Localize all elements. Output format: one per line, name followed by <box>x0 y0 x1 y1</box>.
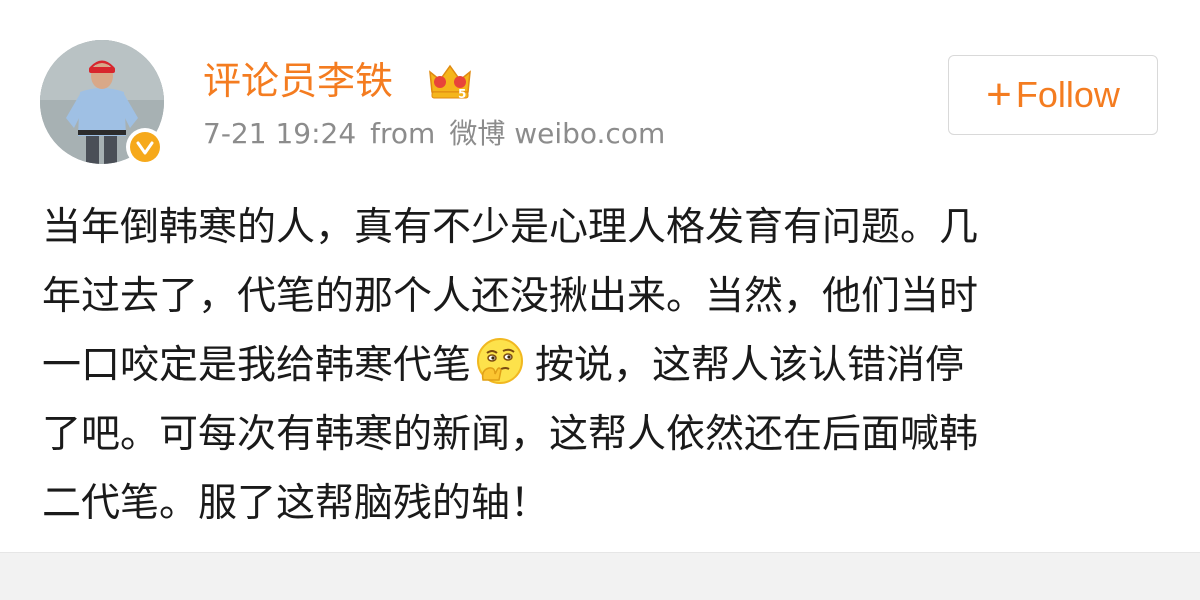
post-text-line: 年过去了，代笔的那个人还没揪出来。当然，他们当时 <box>42 274 979 319</box>
verified-check-icon <box>130 132 160 162</box>
post-text-line-with-emoji: 一口咬定是我给韩寒代笔 按说，这帮人该认错消停 <box>42 331 1162 400</box>
post-text-line: 二代笔。服了这帮脑残的轴！ <box>42 481 550 526</box>
post-text-line: 当年倒韩寒的人，真有不少是心理人格发育有问题。几 <box>42 205 979 250</box>
verified-badge <box>126 128 164 166</box>
timestamp[interactable]: 7-21 19:24 <box>203 117 356 150</box>
follow-button[interactable]: + Follow <box>948 55 1158 135</box>
svg-text:5: 5 <box>458 87 466 101</box>
source-prefix: from <box>370 117 436 150</box>
post-meta: 7-21 19:24 from 微博 weibo.com <box>203 116 679 152</box>
card-separator <box>0 552 1200 600</box>
post-text-line: 了吧。可每次有韩寒的新闻，这帮人依然还在后面喊韩 <box>42 412 979 457</box>
post-body: 当年倒韩寒的人，真有不少是心理人格发育有问题。几 年过去了，代笔的那个人还没揪出… <box>42 193 1162 538</box>
post-text-segment: 按说，这帮人该认错消停 <box>535 343 965 388</box>
post-text-segment: 一口咬定是我给韩寒代笔 <box>42 343 472 388</box>
plus-icon: + <box>986 70 1012 119</box>
crown-vip-icon: 5 <box>428 62 472 102</box>
thinking-face-emoji <box>475 336 525 386</box>
source-app[interactable]: 微博 weibo.com <box>449 117 665 150</box>
author-name[interactable]: 评论员李铁 <box>203 58 393 104</box>
follow-label: Follow <box>1015 74 1120 115</box>
weibo-post-card: 评论员李铁 5 7-21 19:24 from 微博 weibo.com + Fol… <box>0 0 1200 552</box>
